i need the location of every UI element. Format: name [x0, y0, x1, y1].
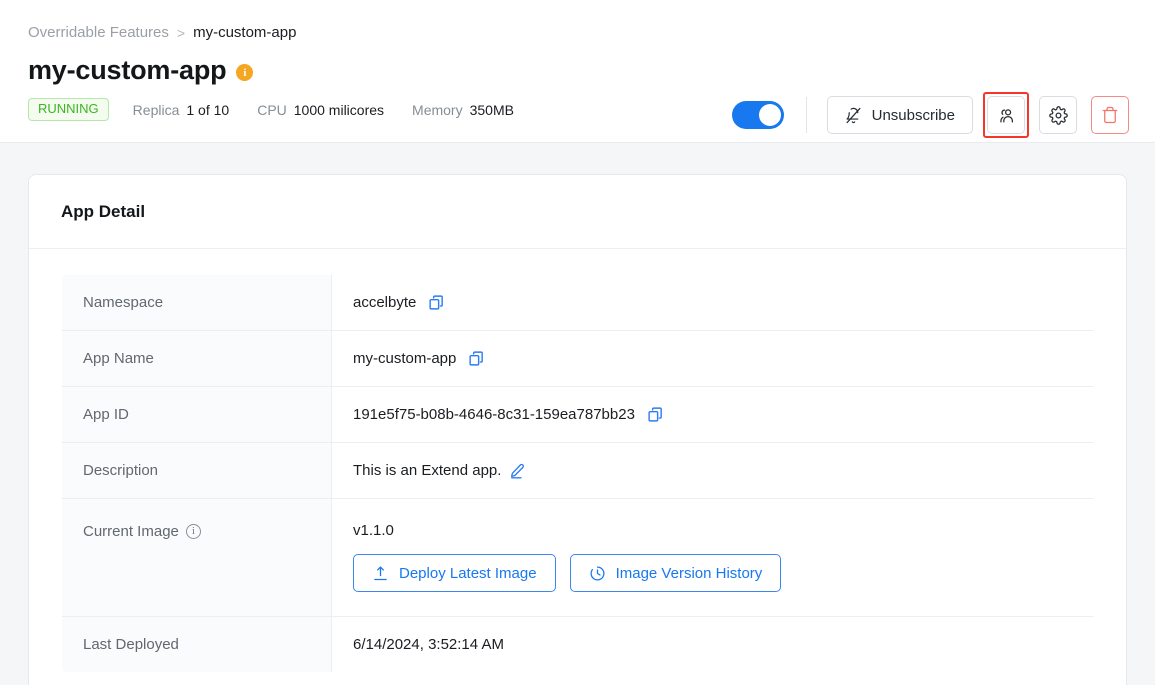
- app-detail-table: Namespace accelbyte App Name my-custom-a…: [61, 274, 1094, 673]
- last-deployed-value: 6/14/2024, 3:52:14 AM: [353, 636, 504, 653]
- info-icon[interactable]: i: [236, 64, 254, 81]
- table-row: Last Deployed 6/14/2024, 3:52:14 AM: [62, 616, 1094, 673]
- meta-cpu-label: CPU: [257, 101, 287, 118]
- row-value-app-name: my-custom-app: [332, 331, 1094, 387]
- meta-replica-label: Replica: [132, 101, 180, 118]
- row-label-app-name: App Name: [62, 330, 332, 387]
- card-title: App Detail: [61, 201, 146, 221]
- deploy-latest-image-button[interactable]: Deploy Latest Image: [353, 554, 556, 592]
- unsubscribe-button[interactable]: Unsubscribe: [826, 96, 973, 134]
- copy-icon[interactable]: [428, 294, 445, 311]
- label-text: Last Deployed: [83, 636, 179, 653]
- main-content: App Detail Namespace accelbyte App Name …: [0, 143, 1155, 685]
- label-text: App ID: [83, 406, 129, 423]
- table-row: Current Image i v1.1.0 Deploy Latest Ima…: [62, 498, 1094, 617]
- bell-off-icon: [845, 107, 862, 124]
- app-detail-card: App Detail Namespace accelbyte App Name …: [28, 174, 1127, 685]
- description-value: This is an Extend app.: [353, 462, 502, 479]
- page-title-row: my-custom-app i: [28, 53, 254, 87]
- app-id-value: 191e5f75-b08b-4646-8c31-159ea787bb23: [353, 406, 635, 423]
- delete-button[interactable]: [1091, 96, 1129, 134]
- gear-icon: [1048, 105, 1068, 125]
- meta-memory-value: 350MB: [469, 101, 514, 118]
- breadcrumb: Overridable Features > my-custom-app: [28, 22, 296, 44]
- row-label-app-id: App ID: [62, 386, 332, 443]
- breadcrumb-current: my-custom-app: [193, 24, 297, 41]
- row-label-namespace: Namespace: [62, 275, 332, 331]
- meta-cpu-value: 1000 milicores: [293, 101, 385, 118]
- namespace-value: accelbyte: [353, 294, 417, 311]
- page-header: Overridable Features > my-custom-app my-…: [0, 0, 1155, 143]
- row-label-description: Description: [62, 442, 332, 499]
- app-enabled-toggle[interactable]: [731, 101, 784, 129]
- meta-memory-label: Memory: [412, 101, 463, 118]
- breadcrumb-separator: >: [176, 25, 186, 41]
- table-row: App Name my-custom-app: [62, 330, 1094, 387]
- meta-replica: Replica 1 of 10: [133, 102, 230, 118]
- row-label-last-deployed: Last Deployed: [62, 616, 332, 672]
- row-value-description: This is an Extend app.: [332, 443, 1094, 499]
- toolbar-divider: [805, 97, 807, 133]
- clock-history-icon: [589, 565, 606, 582]
- label-text: App Name: [83, 350, 154, 367]
- image-action-buttons: Deploy Latest Image Image Version Histor…: [353, 554, 1093, 592]
- table-row: Description This is an Extend app.: [62, 442, 1094, 499]
- app-meta-row: RUNNING Replica 1 of 10 CPU 1000 milicor…: [28, 98, 542, 121]
- toggle-knob: [758, 104, 781, 126]
- table-row: App ID 191e5f75-b08b-4646-8c31-159ea787b…: [62, 386, 1094, 443]
- label-text: Current Image: [83, 523, 179, 540]
- upload-icon: [372, 565, 389, 582]
- app-name-value: my-custom-app: [353, 350, 457, 367]
- card-body: Namespace accelbyte App Name my-custom-a…: [29, 249, 1126, 673]
- row-label-current-image: Current Image i: [62, 498, 332, 617]
- current-image-version: v1.1.0: [353, 522, 394, 539]
- breadcrumb-parent-link[interactable]: Overridable Features: [28, 22, 169, 44]
- card-header: App Detail: [29, 175, 1126, 249]
- row-value-app-id: 191e5f75-b08b-4646-8c31-159ea787bb23: [332, 387, 1094, 443]
- settings-button[interactable]: [1039, 96, 1077, 134]
- copy-icon[interactable]: [647, 406, 664, 423]
- unsubscribe-label: Unsubscribe: [871, 106, 955, 124]
- info-icon[interactable]: i: [185, 524, 201, 539]
- table-row: Namespace accelbyte: [62, 275, 1094, 331]
- page-title: my-custom-app: [28, 55, 227, 85]
- copy-icon[interactable]: [468, 350, 485, 367]
- image-version-history-label: Image Version History: [615, 564, 763, 582]
- row-value-namespace: accelbyte: [332, 275, 1094, 331]
- pencil-icon[interactable]: [509, 463, 525, 479]
- users-button-selection-highlight: [983, 92, 1029, 138]
- deploy-latest-image-label: Deploy Latest Image: [399, 564, 537, 582]
- image-version-history-button[interactable]: Image Version History: [569, 554, 782, 592]
- label-text: Description: [83, 462, 159, 479]
- meta-memory: Memory 350MB: [412, 102, 514, 118]
- users-icon: [997, 106, 1016, 125]
- row-value-current-image: v1.1.0 Deploy Latest Image Image Version…: [332, 499, 1094, 617]
- status-badge: RUNNING: [28, 98, 109, 121]
- manage-users-button[interactable]: [987, 96, 1025, 134]
- meta-cpu: CPU 1000 milicores: [257, 102, 384, 118]
- label-text: Namespace: [83, 294, 164, 311]
- header-toolbar: Unsubscribe: [731, 92, 1129, 138]
- trash-icon: [1101, 106, 1119, 124]
- meta-replica-value: 1 of 10: [186, 101, 230, 118]
- row-value-last-deployed: 6/14/2024, 3:52:14 AM: [332, 617, 1094, 673]
